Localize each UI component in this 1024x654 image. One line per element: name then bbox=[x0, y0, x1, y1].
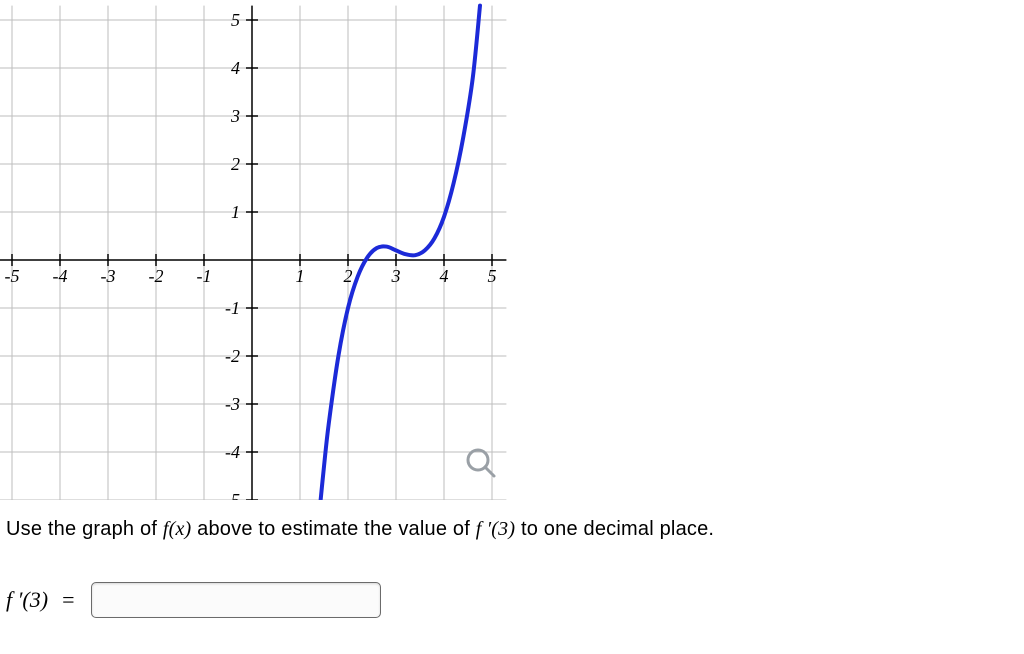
svg-text:-4: -4 bbox=[53, 266, 68, 286]
coordinate-plane: -5 -4 -3 -2 -1 1 2 3 4 5 -5 -4 -3 -2 -1 1 2 3 4 5 bbox=[0, 0, 520, 500]
grid bbox=[0, 6, 506, 500]
svg-text:1: 1 bbox=[231, 202, 240, 222]
equals-sign: = bbox=[62, 587, 74, 613]
svg-text:5: 5 bbox=[231, 10, 240, 30]
svg-text:5: 5 bbox=[488, 266, 497, 286]
axes bbox=[0, 6, 506, 500]
answer-input[interactable] bbox=[91, 582, 381, 618]
svg-text:-3: -3 bbox=[225, 394, 240, 414]
svg-text:-2: -2 bbox=[149, 266, 164, 286]
svg-text:-5: -5 bbox=[5, 266, 20, 286]
function-curve bbox=[319, 6, 480, 500]
svg-text:-2: -2 bbox=[225, 346, 240, 366]
svg-text:2: 2 bbox=[231, 154, 240, 174]
axis-tick-labels: -5 -4 -3 -2 -1 1 2 3 4 5 -5 -4 -3 -2 -1 1 2 3 4 5 bbox=[5, 10, 497, 500]
question-text: Use the graph of f(x) above to estimate … bbox=[6, 518, 714, 541]
graph: -5 -4 -3 -2 -1 1 2 3 4 5 -5 -4 -3 -2 -1 1 2 3 4 5 bbox=[0, 0, 520, 500]
magnify-icon[interactable] bbox=[468, 450, 494, 476]
svg-text:1: 1 bbox=[296, 266, 305, 286]
question-part-mid: above to estimate the value of bbox=[197, 518, 476, 540]
question-part-post: to one decimal place. bbox=[521, 518, 714, 540]
svg-text:-5: -5 bbox=[225, 490, 240, 500]
answer-row: f ′(3) = bbox=[6, 582, 381, 618]
math-fprime3: f ′(3) bbox=[476, 518, 515, 540]
svg-text:3: 3 bbox=[391, 266, 401, 286]
answer-lhs: f ′(3) bbox=[6, 587, 48, 613]
svg-text:4: 4 bbox=[440, 266, 449, 286]
svg-text:-1: -1 bbox=[225, 298, 240, 318]
svg-text:-1: -1 bbox=[197, 266, 212, 286]
svg-text:4: 4 bbox=[231, 58, 240, 78]
svg-text:2: 2 bbox=[344, 266, 353, 286]
svg-text:-4: -4 bbox=[225, 442, 240, 462]
math-fx: f(x) bbox=[163, 518, 192, 540]
svg-text:-3: -3 bbox=[101, 266, 116, 286]
question-part-pre: Use the graph of bbox=[6, 518, 163, 540]
svg-text:3: 3 bbox=[230, 106, 240, 126]
